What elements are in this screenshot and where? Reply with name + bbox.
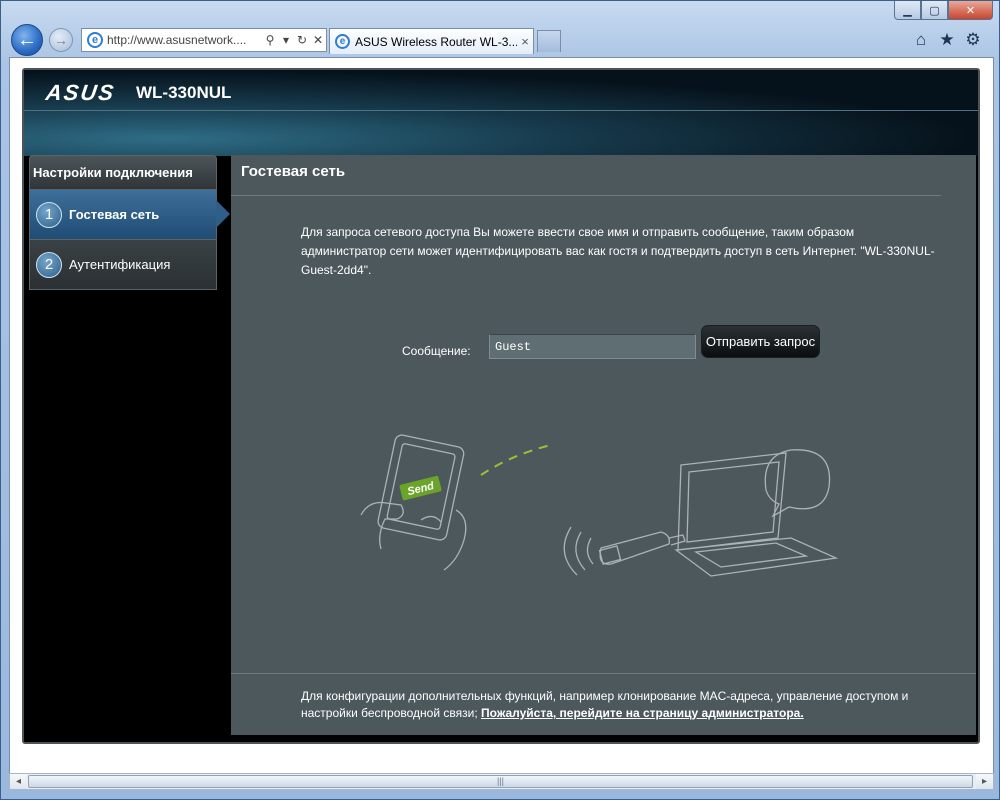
send-badge: Send: [399, 475, 442, 501]
scroll-right-icon[interactable]: ▸: [976, 774, 993, 789]
page-viewport: ASUS WL-330NUL Настройки подключения 1 Г…: [9, 57, 994, 775]
back-button[interactable]: ←: [11, 24, 43, 56]
new-tab-button[interactable]: [537, 30, 561, 52]
title-divider: [231, 195, 941, 196]
dropdown-icon[interactable]: ▾: [278, 33, 294, 47]
tab-title: ASUS Wireless Router WL-3...: [355, 34, 517, 49]
browser-window: ▁ ▢ ✕ ← → e http://www.asusnetwork.... ⚲…: [0, 0, 1000, 800]
toolbar-icons: ⌂ ★ ⚙: [912, 30, 982, 50]
sidebar-item-label: Гостевая сеть: [69, 207, 160, 222]
sidebar-item-authentication[interactable]: 2 Аутентификация: [29, 240, 217, 290]
navigation-bar: ← → e http://www.asusnetwork.... ⚲ ▾ ↻ ✕…: [9, 23, 994, 57]
sidebar-menu: Настройки подключения 1 Гостевая сеть 2 …: [29, 155, 230, 290]
router-page: ASUS WL-330NUL Настройки подключения 1 Г…: [22, 68, 980, 744]
message-input[interactable]: [489, 334, 696, 359]
home-icon[interactable]: ⌂: [912, 30, 930, 50]
header-banner: ASUS WL-330NUL: [24, 70, 978, 156]
footer-text: Для конфигурации дополнительных функций,…: [301, 688, 961, 722]
step-number: 1: [36, 201, 62, 228]
stop-icon[interactable]: ✕: [310, 33, 326, 47]
close-window-button[interactable]: ✕: [948, 1, 993, 20]
sidebar-item-label: Аутентификация: [69, 257, 171, 272]
wifi-waves-icon: [563, 526, 594, 576]
admin-page-link[interactable]: Пожалуйста, перейдите на страницу админи…: [481, 706, 804, 720]
usb-dongle-icon: [598, 531, 686, 565]
description-text: Для запроса сетевого доступа Вы можете в…: [301, 225, 935, 277]
content-panel: Гостевая сеть Для запроса сетевого досту…: [231, 155, 976, 735]
footer-divider: [231, 673, 976, 674]
send-request-button[interactable]: Отправить запрос: [701, 325, 820, 358]
guest-network-illustration: Send: [360, 434, 839, 577]
sidebar-item-guest-network[interactable]: 1 Гостевая сеть: [29, 190, 230, 240]
model-name: WL-330NUL: [136, 83, 232, 102]
refresh-icon[interactable]: ↻: [294, 33, 310, 47]
ie-tab-icon: e: [335, 34, 350, 49]
signal-dashes: [480, 444, 552, 476]
address-bar[interactable]: e http://www.asusnetwork.... ⚲ ▾ ↻ ✕: [81, 28, 327, 52]
hand-right-icon: [420, 509, 467, 571]
search-icon[interactable]: ⚲: [262, 33, 278, 47]
horizontal-scrollbar[interactable]: ◂ ||| ▸: [9, 773, 994, 790]
hand-left-icon: [360, 501, 404, 550]
forward-button[interactable]: →: [49, 28, 73, 52]
header-divider: [24, 110, 978, 111]
asus-logo: ASUS: [44, 80, 117, 105]
laptop-icon: [674, 452, 839, 577]
page-title: Гостевая сеть: [241, 163, 346, 180]
minimize-button[interactable]: ▁: [894, 1, 921, 20]
message-label: Сообщение:: [402, 344, 471, 358]
tab-close-icon[interactable]: ×: [517, 34, 533, 49]
window-controls: ▁ ▢ ✕: [894, 1, 993, 20]
scrollbar-thumb[interactable]: |||: [28, 775, 973, 788]
ie-page-icon: e: [87, 32, 103, 48]
address-url[interactable]: http://www.asusnetwork....: [107, 33, 262, 47]
active-arrow-icon: [216, 200, 230, 228]
step-number: 2: [36, 251, 62, 278]
star-icon[interactable]: ★: [938, 30, 956, 50]
maximize-button[interactable]: ▢: [921, 1, 948, 20]
scroll-left-icon[interactable]: ◂: [10, 774, 27, 789]
gear-icon[interactable]: ⚙: [964, 30, 982, 50]
sidebar-title: Настройки подключения: [29, 155, 217, 190]
browser-tab[interactable]: e ASUS Wireless Router WL-3... ×: [329, 28, 534, 54]
